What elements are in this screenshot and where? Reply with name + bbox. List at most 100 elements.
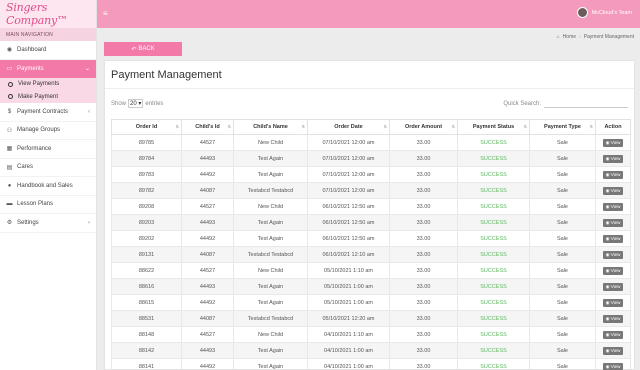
cell-value: 33.00 [416,251,431,258]
column-header[interactable]: Child's Id ⇅ [181,119,234,135]
cell-value: Sale [556,171,568,178]
cell-value: 07/10/2021 12:00 am [322,171,375,178]
cell-value: Sale [556,315,568,322]
view-button[interactable]: ◉ View [602,346,624,355]
view-button[interactable]: ◉ View [602,186,624,195]
cell-value: 88142 [138,347,155,354]
table-row: 88142 44493 Test Again 04/10/2021 1:00 am 33… [111,342,631,359]
sidebar-item-dashboard[interactable]: ◉ Dashboard [0,41,96,60]
sidebar-subitem-view-payments[interactable]: View Payments [0,78,96,91]
cell-value: 89131 [138,251,155,258]
table-cell: 44527 [181,262,234,279]
table-cell: 06/10/2021 12:50 am [307,214,390,231]
table-cell: 44492 [181,358,234,370]
column-header-label: Action [604,124,622,130]
cell-value: SUCCESS [480,283,507,290]
table-row: 88531 44087 Testabcd Testabcd 05/10/2021 12… [111,310,631,327]
cell-value: 06/10/2021 12:50 am [322,219,375,226]
table-cell: 06/10/2021 12:50 am [307,198,390,215]
table-cell: ◉ View [595,150,631,167]
chevron-left-icon: ‹ [88,108,90,115]
sidebar-item-manage-groups[interactable]: ⚇ Manage Groups [0,122,96,140]
column-header[interactable]: Payment Status ⇅ [457,119,530,135]
table-cell: 88615 [111,294,182,311]
logo[interactable]: Singers Company™ [0,0,96,28]
view-button-label: View [610,299,621,305]
sidebar-subitem-make-payment[interactable]: Make Payment [0,91,96,104]
column-header[interactable]: Action [595,119,631,135]
cell-value: 44492 [199,171,216,178]
table-cell: 33.00 [389,262,458,279]
sidebar-item-cares[interactable]: ▤ Cares [0,159,96,177]
cell-value: 33.00 [416,267,431,274]
table-cell: Sale [529,246,596,263]
show-entries: Show 20 ▾ entries [111,99,163,108]
table-cell: 89203 [111,214,182,231]
table-cell: ◉ View [595,134,631,151]
cares-icon: ▤ [6,164,13,171]
cell-value: Sale [556,155,568,162]
contract-icon: $ [7,108,12,115]
view-button-label: View [610,283,621,289]
table-cell: 06/10/2021 12:10 am [307,246,390,263]
payments-submenu: View Payments Make Payment [0,78,96,103]
table-cell: Sale [529,134,596,151]
table-cell: 89782 [111,182,182,199]
sidebar-item-lesson-plans[interactable]: ▬ Lesson Plans [0,196,96,214]
hamburger-icon[interactable]: ≡ [103,9,108,18]
sidebar-item-payment-contracts[interactable]: $ Payment Contracts ‹ [0,103,96,122]
cell-value: 44492 [199,363,216,370]
column-header[interactable]: Order Id ⇅ [111,119,182,135]
table-cell: 05/10/2021 1:10 am [307,262,390,279]
cell-value: Sale [556,235,568,242]
view-button[interactable]: ◉ View [602,154,624,163]
table-cell: 89783 [111,166,182,183]
column-header[interactable]: Order Amount ⇅ [389,119,458,135]
view-button[interactable]: ◉ View [602,298,624,307]
table-cell: 07/10/2021 12:00 am [307,182,390,199]
view-button[interactable]: ◉ View [602,266,624,275]
sidebar-item-performance[interactable]: ▦ Performance [0,140,96,159]
view-button[interactable]: ◉ View [602,138,624,147]
cell-value: 44493 [199,347,216,354]
table-cell: ◉ View [595,166,631,183]
sidebar-item-handbook[interactable]: ● Handbook and Sales [0,177,96,196]
column-header[interactable]: Order Date ⇅ [307,119,390,135]
entries-select[interactable]: 20 ▾ [128,99,144,108]
cell-value: 44527 [199,139,216,146]
quick-search-input[interactable] [544,99,628,108]
view-button[interactable]: ◉ View [602,202,624,211]
view-button[interactable]: ◉ View [602,314,624,323]
view-button[interactable]: ◉ View [602,250,624,259]
view-button[interactable]: ◉ View [602,282,624,291]
cell-value: SUCCESS [480,299,507,306]
sidebar-item-payments[interactable]: ▭ Payments ⌄ [0,59,96,78]
user-menu[interactable]: McCloud's Team [576,7,632,18]
column-header[interactable]: Payment Type ⇅ [529,119,596,135]
column-header[interactable]: Child's Name ⇅ [233,119,308,135]
sidebar-item-label: Lesson Plans [17,201,54,208]
cell-value: 33.00 [416,363,431,370]
sidebar-item-settings[interactable]: ⚙ Settings ‹ [0,214,96,233]
view-button[interactable]: ◉ View [602,330,624,339]
table-cell: Sale [529,166,596,183]
view-button[interactable]: ◉ View [602,362,624,370]
cell-value: 06/10/2021 12:50 am [322,235,375,242]
back-button[interactable]: ↶ BACK [104,42,182,56]
user-name: McCloud's Team [591,9,632,16]
table-cell: 33.00 [389,134,458,151]
table-cell: 44493 [181,150,234,167]
view-button[interactable]: ◉ View [602,218,624,227]
table-cell: ◉ View [595,342,631,359]
table-cell: 89202 [111,230,182,247]
cell-value: 89784 [138,155,155,162]
view-button[interactable]: ◉ View [602,170,624,179]
cell-value: Test Again [257,363,284,370]
breadcrumb-home[interactable]: Home [563,34,576,40]
circle-icon [8,81,13,87]
sidebar-item-label: Performance [17,145,52,152]
table-cell: 89784 [111,150,182,167]
view-button[interactable]: ◉ View [602,234,624,243]
cell-value: 07/10/2021 12:00 am [322,155,375,162]
cell-value: Testabcd Testabcd [247,251,294,258]
